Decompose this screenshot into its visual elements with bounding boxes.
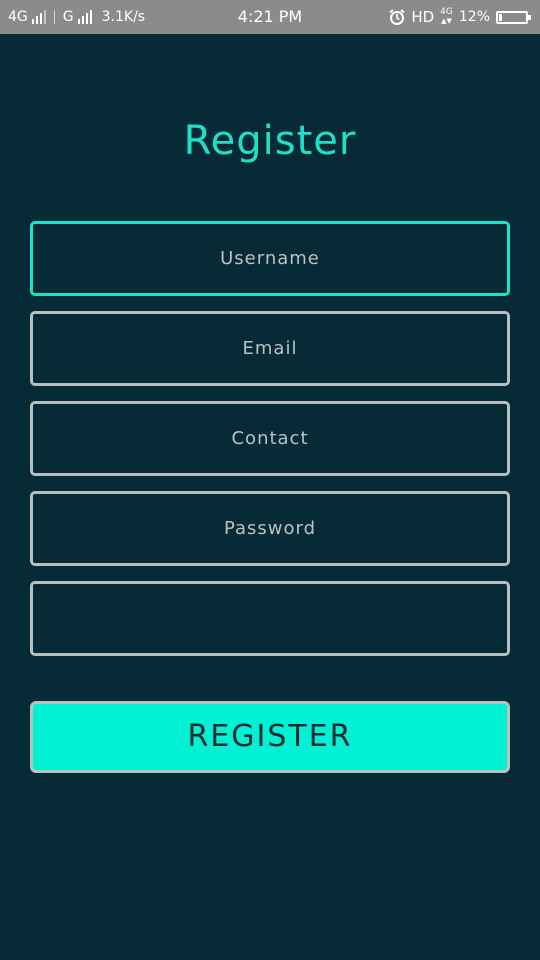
email-input[interactable] bbox=[30, 311, 510, 386]
data-indicator: 4G ▲▼ bbox=[440, 8, 453, 26]
username-input[interactable] bbox=[30, 221, 510, 296]
battery-fill bbox=[499, 13, 502, 21]
register-button[interactable]: REGISTER bbox=[30, 701, 510, 773]
data-arrows-icon: ▲▼ bbox=[441, 17, 452, 25]
data-indicator-label: 4G bbox=[440, 7, 453, 17]
contact-input[interactable] bbox=[30, 401, 510, 476]
battery-percent: 12% bbox=[458, 9, 490, 25]
page-title: Register bbox=[183, 118, 357, 164]
alarm-icon bbox=[389, 9, 405, 25]
status-bar-right: HD 4G ▲▼ 12% bbox=[389, 7, 531, 27]
confirm-password-input[interactable] bbox=[30, 581, 510, 656]
password-input[interactable] bbox=[30, 491, 510, 566]
hd-indicator: HD bbox=[411, 8, 435, 26]
battery-icon bbox=[496, 10, 531, 24]
status-bar: 4G G 3.1K/s 4:21 PM HD 4G ▲▼ 12% bbox=[0, 0, 540, 34]
